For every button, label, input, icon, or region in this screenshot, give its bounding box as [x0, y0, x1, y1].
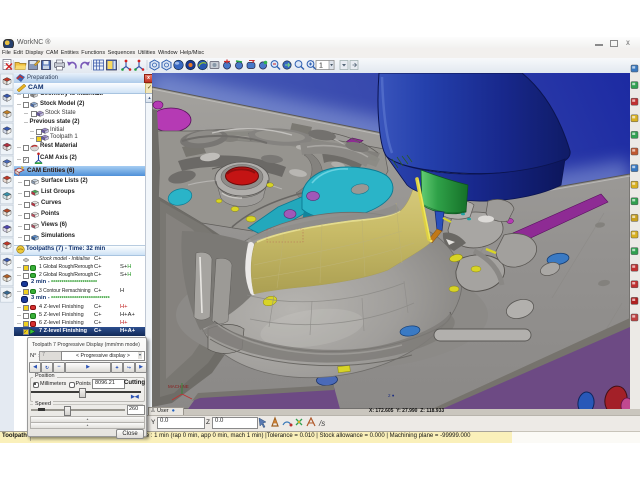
svg-text:2 ●: 2 ● [388, 393, 395, 398]
svg-text:/s: /s [318, 419, 325, 428]
svg-text:1: 1 [319, 63, 323, 70]
svg-text:MACHINE: MACHINE [168, 384, 189, 389]
